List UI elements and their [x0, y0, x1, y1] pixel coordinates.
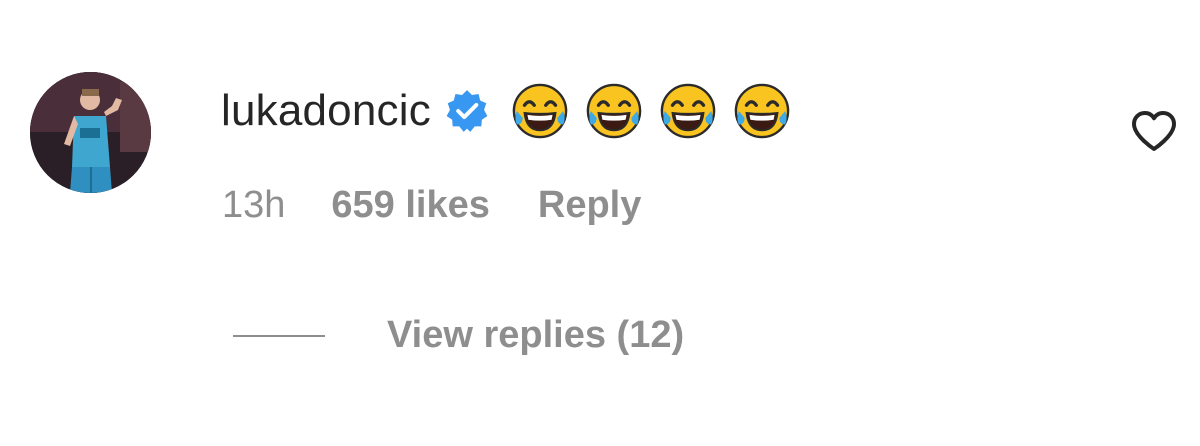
replies-divider-line	[233, 334, 325, 337]
comment: lukadoncic 13h 659 likes Reply View repl…	[0, 0, 1200, 446]
view-replies-button[interactable]: View replies (12)	[233, 314, 684, 357]
comment-header: lukadoncic	[221, 80, 807, 142]
comment-emojis	[511, 82, 807, 140]
username[interactable]: lukadoncic	[221, 86, 431, 136]
tears-of-joy-icon	[734, 83, 790, 139]
likes-count-link[interactable]: 659 likes	[331, 184, 489, 227]
heart-icon[interactable]	[1130, 110, 1178, 152]
avatar-image	[30, 72, 151, 193]
view-replies-label: View replies (12)	[387, 314, 685, 356]
reply-button[interactable]: Reply	[538, 184, 641, 227]
comment-meta: 13h 659 likes Reply	[222, 184, 641, 227]
avatar[interactable]	[30, 72, 151, 193]
tears-of-joy-icon	[586, 83, 642, 139]
comment-timestamp: 13h	[222, 184, 286, 226]
tears-of-joy-icon	[660, 83, 716, 139]
tears-of-joy-icon	[512, 83, 568, 139]
verified-badge-icon	[446, 90, 488, 132]
